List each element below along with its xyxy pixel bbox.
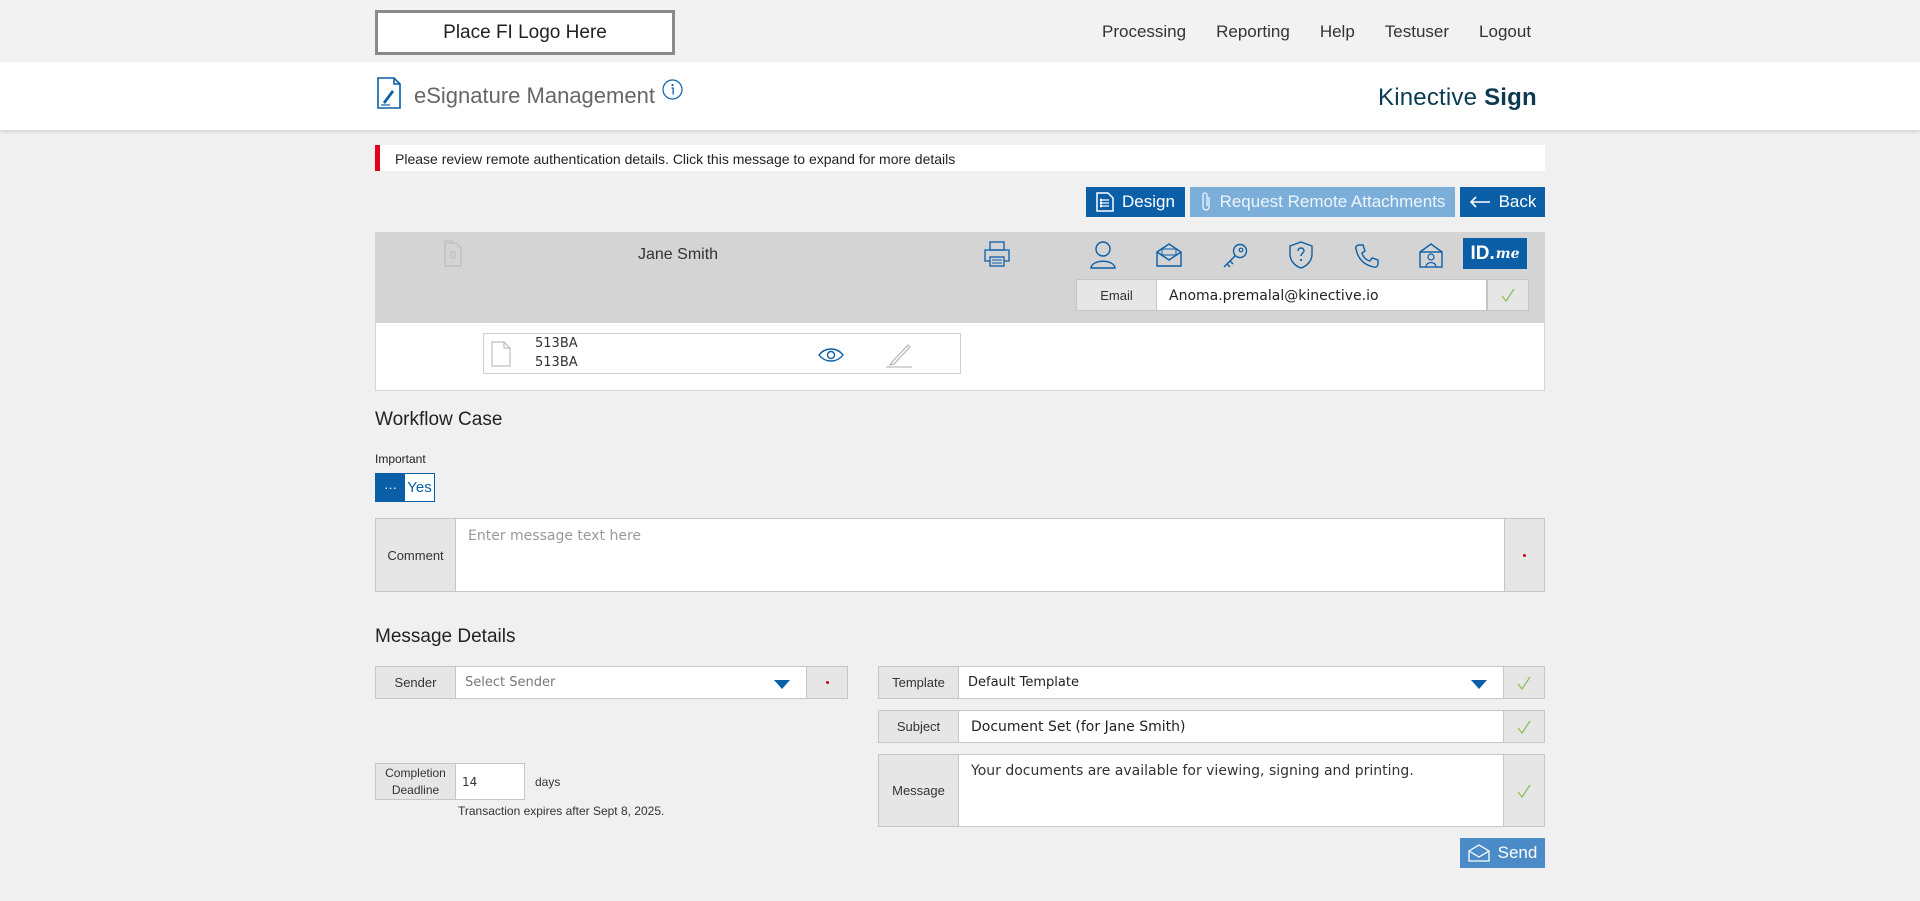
template-select[interactable]: Default Template — [958, 666, 1504, 699]
deadline-label-line-2: Deadline — [391, 783, 440, 797]
request-remote-attachments-button[interactable]: Request Remote Attachments — [1190, 187, 1455, 217]
signer-document-icon — [443, 240, 462, 267]
subject-valid-indicator — [1503, 710, 1545, 743]
app-header: eSignature Management Kinective Sign — [0, 62, 1920, 130]
phone-icon[interactable] — [1353, 242, 1381, 270]
deadline-label-line-1: Completion — [385, 766, 446, 780]
design-label: Design — [1122, 192, 1175, 211]
signer-panel: Jane Smith ID. me Email Anoma.premalal@ki… — [375, 232, 1545, 323]
email-label: Email — [1076, 279, 1157, 311]
remote-attachments-label: Request Remote Attachments — [1219, 192, 1446, 211]
chevron-down-icon[interactable] — [774, 680, 790, 689]
toggle-value: Yes — [405, 474, 434, 501]
document-icon — [491, 341, 511, 367]
required-dot — [1523, 553, 1526, 557]
document-panel: 513BA 513BA — [375, 323, 1545, 391]
template-valid-indicator — [1503, 666, 1545, 699]
sender-label: Sender — [375, 666, 456, 699]
page-title: eSignature Management — [414, 83, 655, 108]
back-button[interactable]: Back — [1460, 187, 1545, 217]
top-bar: Place FI Logo Here Processing Reporting … — [0, 0, 1920, 62]
message-valid-indicator — [1503, 754, 1545, 827]
sender-required-indicator — [806, 666, 848, 699]
idme-button[interactable]: ID. me — [1463, 238, 1527, 269]
security-question-icon[interactable] — [1287, 240, 1315, 270]
required-dot — [825, 681, 829, 684]
completion-deadline-input[interactable]: 14 — [455, 763, 525, 800]
message-label: Message — [878, 754, 959, 827]
email-auth-icon[interactable] — [1155, 242, 1183, 268]
send-label: Send — [1497, 843, 1538, 862]
remote-auth-alert[interactable]: Please review remote authentication deta… — [375, 145, 1545, 171]
subject-input[interactable]: Document Set (for Jane Smith) — [958, 710, 1504, 743]
eye-icon[interactable] — [817, 346, 845, 364]
document-name: 513BA — [535, 336, 578, 351]
printer-icon[interactable] — [983, 240, 1011, 268]
email-valid-indicator — [1487, 279, 1529, 311]
nav-user[interactable]: Testuser — [1385, 22, 1449, 42]
checkmark-icon — [1501, 288, 1515, 303]
design-document-icon — [1096, 192, 1114, 212]
send-envelope-icon — [1467, 844, 1490, 862]
info-icon[interactable] — [662, 79, 683, 100]
message-input[interactable]: Your documents are available for viewing… — [958, 754, 1504, 827]
workflow-case-title: Workflow Case — [375, 409, 503, 430]
transaction-expiry-text: Transaction expires after Sept 8, 2025. — [458, 804, 665, 818]
completion-deadline-label: Completion Deadline — [375, 763, 456, 800]
nav-logout[interactable]: Logout — [1479, 22, 1531, 42]
design-button[interactable]: Design — [1086, 187, 1185, 217]
checkmark-icon — [1517, 720, 1531, 734]
nav-processing[interactable]: Processing — [1102, 22, 1186, 42]
top-nav: Processing Reporting Help Testuser Logou… — [1102, 22, 1531, 42]
checkmark-icon — [1517, 676, 1531, 690]
person-icon[interactable] — [1089, 240, 1117, 270]
signer-name: Jane Smith — [638, 246, 719, 263]
id-card-icon[interactable] — [1416, 242, 1446, 270]
nav-reporting[interactable]: Reporting — [1216, 22, 1290, 42]
paperclip-icon — [1201, 192, 1210, 211]
template-label: Template — [878, 666, 959, 699]
toggle-knob: ··· — [376, 474, 405, 501]
important-toggle[interactable]: ··· Yes — [375, 473, 435, 502]
important-label: Important — [375, 452, 426, 466]
deadline-unit: days — [535, 775, 561, 789]
back-label: Back — [1498, 192, 1537, 211]
required-indicator — [1504, 519, 1544, 591]
key-icon[interactable] — [1221, 242, 1249, 270]
nav-help[interactable]: Help — [1320, 22, 1355, 42]
chevron-down-icon[interactable] — [1471, 680, 1487, 689]
message-details-title: Message Details — [375, 626, 516, 647]
arrow-left-icon — [1469, 196, 1490, 208]
document-form-id: 513BA — [535, 355, 578, 370]
document-card[interactable]: 513BA 513BA — [483, 333, 961, 374]
send-button[interactable]: Send — [1460, 838, 1545, 868]
comment-input[interactable]: Enter message text here — [456, 519, 1504, 591]
esignature-document-icon — [377, 77, 401, 109]
comment-label: Comment — [376, 519, 456, 591]
email-input[interactable]: Anoma.premalal@kinective.io — [1156, 279, 1487, 311]
kinective-sign-logo: Kinective Sign — [1378, 84, 1537, 111]
subject-label: Subject — [878, 710, 959, 743]
sign-pen-icon[interactable] — [884, 342, 914, 368]
sender-select[interactable]: Select Sender — [455, 666, 807, 699]
checkmark-icon — [1517, 784, 1531, 798]
comment-field-group: Comment Enter message text here — [375, 518, 1545, 592]
fi-logo-placeholder: Place FI Logo Here — [375, 10, 675, 55]
